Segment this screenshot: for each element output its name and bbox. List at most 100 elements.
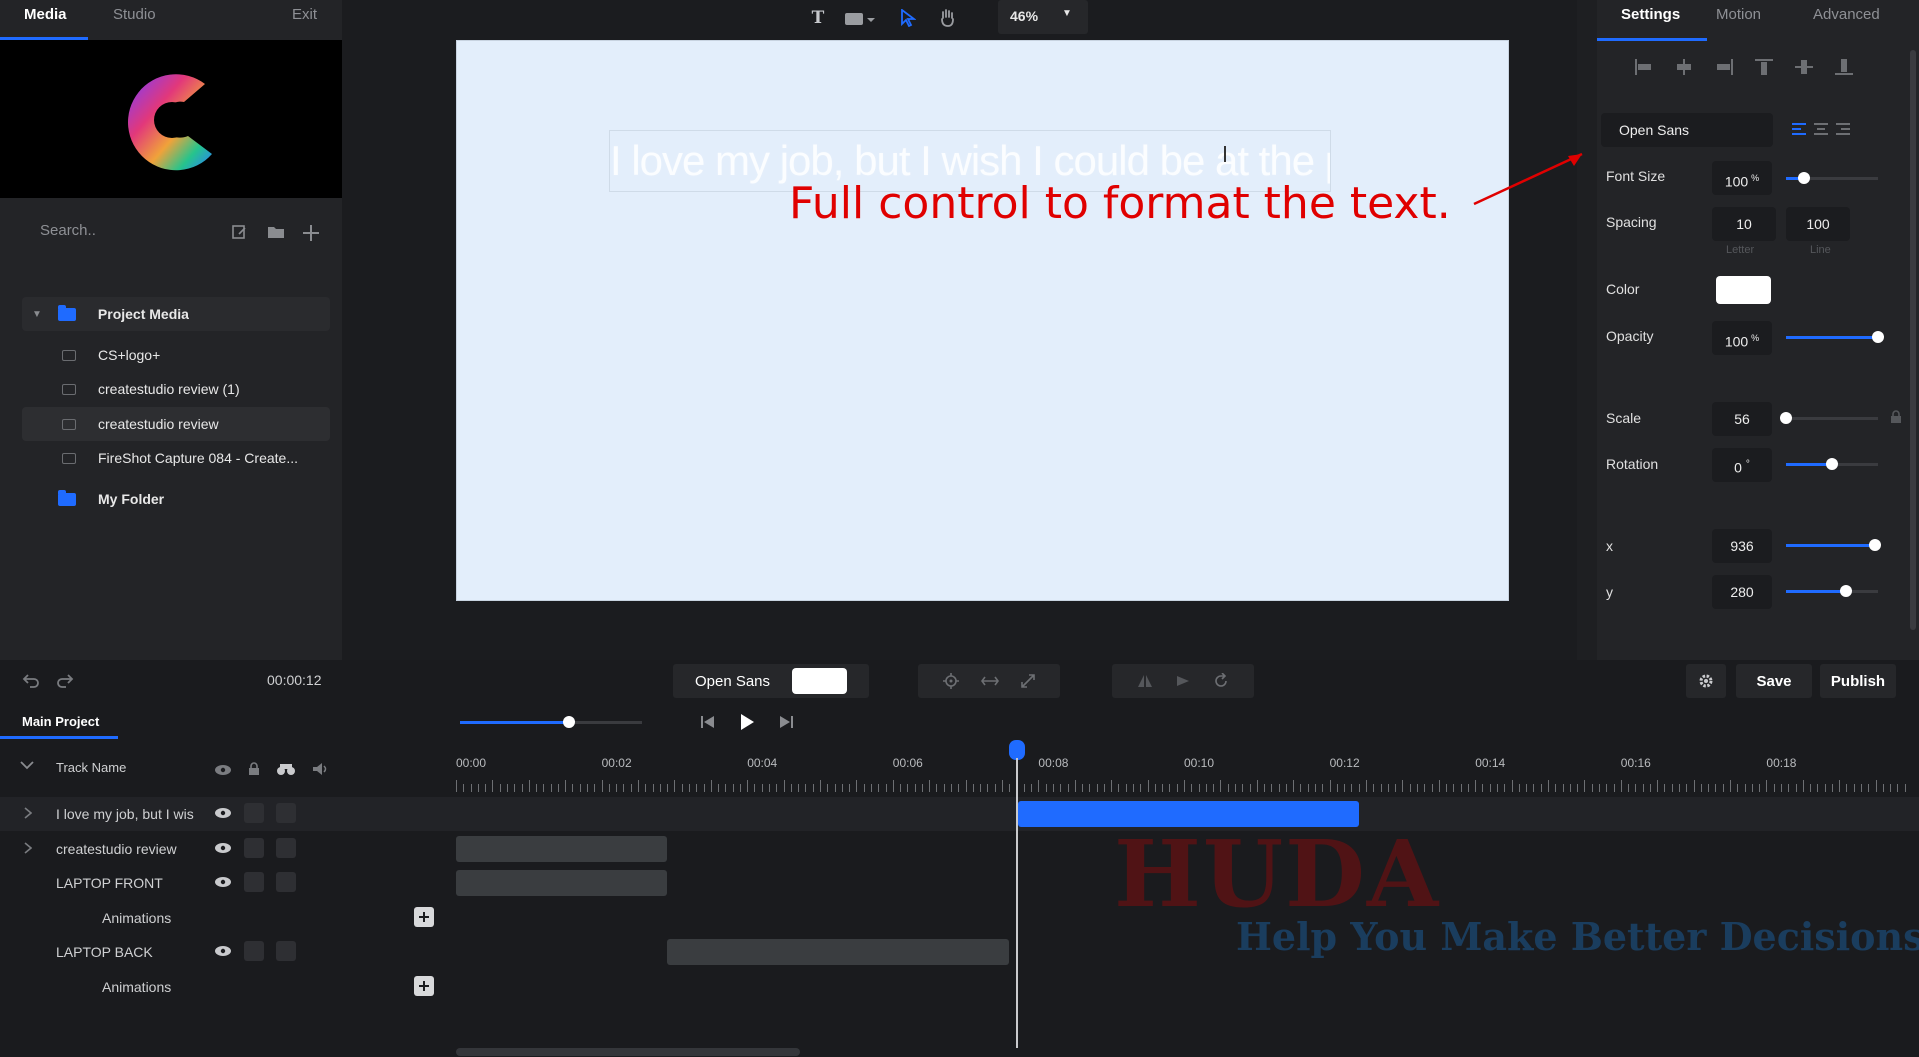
lock-toggle[interactable]	[244, 872, 264, 892]
editor-canvas[interactable]	[456, 40, 1509, 601]
timeline-clip[interactable]	[456, 870, 668, 896]
stretch-horizontal-icon[interactable]	[981, 675, 999, 687]
tab-main-project[interactable]: Main Project	[22, 714, 99, 729]
y-slider[interactable]	[1786, 583, 1878, 601]
align-left-icon[interactable]	[1634, 58, 1654, 76]
save-button[interactable]: Save	[1736, 664, 1812, 698]
playhead[interactable]	[1009, 740, 1027, 1050]
align-bottom-icon[interactable]	[1834, 58, 1854, 76]
font-family-select[interactable]: Open Sans	[1601, 113, 1773, 147]
lock-icon[interactable]	[1890, 410, 1902, 424]
media-item[interactable]: CS+logo+	[22, 338, 330, 372]
font-size-slider[interactable]	[1786, 170, 1878, 188]
media-item[interactable]: FireShot Capture 084 - Create...	[22, 441, 330, 475]
color-swatch[interactable]	[1716, 276, 1771, 304]
font-chip[interactable]: Open Sans	[673, 664, 869, 698]
undo-icon[interactable]	[20, 670, 42, 692]
line-spacing-input[interactable]: 100	[1786, 207, 1850, 241]
shape-tool-icon[interactable]	[842, 8, 878, 28]
align-top-icon[interactable]	[1754, 58, 1774, 76]
lock-toggle[interactable]	[244, 837, 264, 858]
select-pointer-icon[interactable]	[897, 6, 919, 30]
x-slider[interactable]	[1786, 537, 1882, 555]
slider-knob[interactable]	[1780, 412, 1792, 424]
y-input[interactable]: 280	[1712, 575, 1772, 609]
animation-row[interactable]: Animations	[0, 970, 1919, 1004]
opacity-slider[interactable]	[1786, 329, 1884, 347]
tab-studio[interactable]: Studio	[113, 0, 156, 40]
add-icon[interactable]	[300, 222, 322, 244]
skip-back-icon[interactable]	[698, 712, 718, 732]
add-animation-button[interactable]	[414, 975, 434, 996]
rotate-icon[interactable]	[1213, 673, 1229, 689]
speaker-icon[interactable]	[312, 762, 328, 776]
track-row[interactable]: LAPTOP FRONT	[0, 866, 1919, 900]
align-center-h-icon[interactable]	[1674, 58, 1694, 76]
chevron-right-icon[interactable]	[24, 841, 32, 854]
align-middle-v-icon[interactable]	[1794, 58, 1814, 76]
lock-toggle[interactable]	[244, 803, 264, 823]
rotation-slider[interactable]	[1786, 456, 1878, 474]
solo-toggle[interactable]	[276, 872, 296, 892]
track-row[interactable]: createstudio review	[0, 832, 1919, 866]
lock-toggle[interactable]	[244, 941, 264, 961]
expand-icon[interactable]	[1021, 674, 1035, 688]
play-icon[interactable]	[736, 710, 758, 734]
timeline-scrollbar[interactable]	[456, 1048, 800, 1056]
tab-motion[interactable]: Motion	[1716, 0, 1761, 30]
chevron-down-icon[interactable]: ▼	[32, 309, 42, 320]
timeline-ruler[interactable]: 00:00 00:02 00:04 00:06 00:08 00:10 00:12 00:14…	[456, 750, 1910, 796]
slider-knob[interactable]	[1798, 172, 1811, 184]
font-size-input[interactable]: 100%	[1712, 161, 1772, 195]
redo-icon[interactable]	[54, 670, 76, 692]
text-tool-icon[interactable]: T	[807, 6, 829, 30]
slider-knob[interactable]	[1826, 458, 1838, 470]
x-input[interactable]: 936	[1712, 529, 1772, 563]
eye-icon[interactable]	[214, 807, 232, 819]
text-align-right-icon[interactable]	[1836, 122, 1850, 136]
publish-button[interactable]: Publish	[1820, 664, 1896, 698]
target-center-icon[interactable]	[943, 673, 959, 689]
solo-toggle[interactable]	[276, 837, 296, 858]
opacity-input[interactable]: 100%	[1712, 321, 1772, 355]
timeline-clip[interactable]	[456, 835, 668, 862]
folder-project-media[interactable]: ▼ Project Media	[22, 297, 330, 331]
text-align-center-icon[interactable]	[1814, 122, 1828, 136]
flip-vertical-icon[interactable]	[1175, 673, 1191, 689]
search-input[interactable]: Search..	[40, 222, 96, 239]
lock-icon[interactable]	[248, 762, 260, 776]
chevron-right-icon[interactable]	[24, 807, 32, 819]
new-note-icon[interactable]	[230, 222, 248, 242]
scale-slider[interactable]	[1780, 410, 1878, 428]
folder-my-folder[interactable]: My Folder	[22, 482, 330, 516]
eye-icon[interactable]	[214, 876, 232, 888]
solo-toggle[interactable]	[276, 941, 296, 961]
eye-icon[interactable]	[214, 764, 232, 776]
exit-button[interactable]: Exit	[292, 0, 317, 40]
solo-toggle[interactable]	[276, 803, 296, 823]
zoom-select[interactable]: 46% ▼	[998, 0, 1088, 34]
hand-pan-icon[interactable]	[936, 6, 958, 30]
settings-scrollbar[interactable]	[1910, 50, 1916, 630]
scale-input[interactable]: 56	[1712, 402, 1772, 436]
media-item-selected[interactable]: createstudio review	[22, 407, 330, 441]
playhead-handle[interactable]	[1009, 740, 1026, 760]
tab-settings[interactable]: Settings	[1621, 0, 1680, 30]
align-right-icon[interactable]	[1714, 58, 1734, 76]
font-color-chip[interactable]	[792, 668, 848, 694]
tab-media[interactable]: Media	[24, 0, 67, 40]
slider-knob[interactable]	[1839, 585, 1852, 597]
new-folder-icon[interactable]	[266, 222, 286, 242]
track-row[interactable]: I love my job, but I wish	[0, 797, 1919, 831]
binoculars-icon[interactable]	[276, 762, 296, 776]
chevron-down-icon[interactable]	[20, 760, 34, 770]
slider-knob[interactable]	[1872, 331, 1884, 343]
slider-knob[interactable]	[563, 716, 576, 728]
timeline-clip[interactable]	[667, 939, 1010, 965]
add-animation-button[interactable]	[414, 906, 434, 927]
settings-gear-button[interactable]	[1686, 664, 1726, 698]
media-item[interactable]: createstudio review (1)	[22, 372, 330, 406]
eye-icon[interactable]	[214, 945, 232, 957]
flip-horizontal-icon[interactable]	[1137, 673, 1153, 689]
skip-forward-icon[interactable]	[776, 712, 796, 732]
